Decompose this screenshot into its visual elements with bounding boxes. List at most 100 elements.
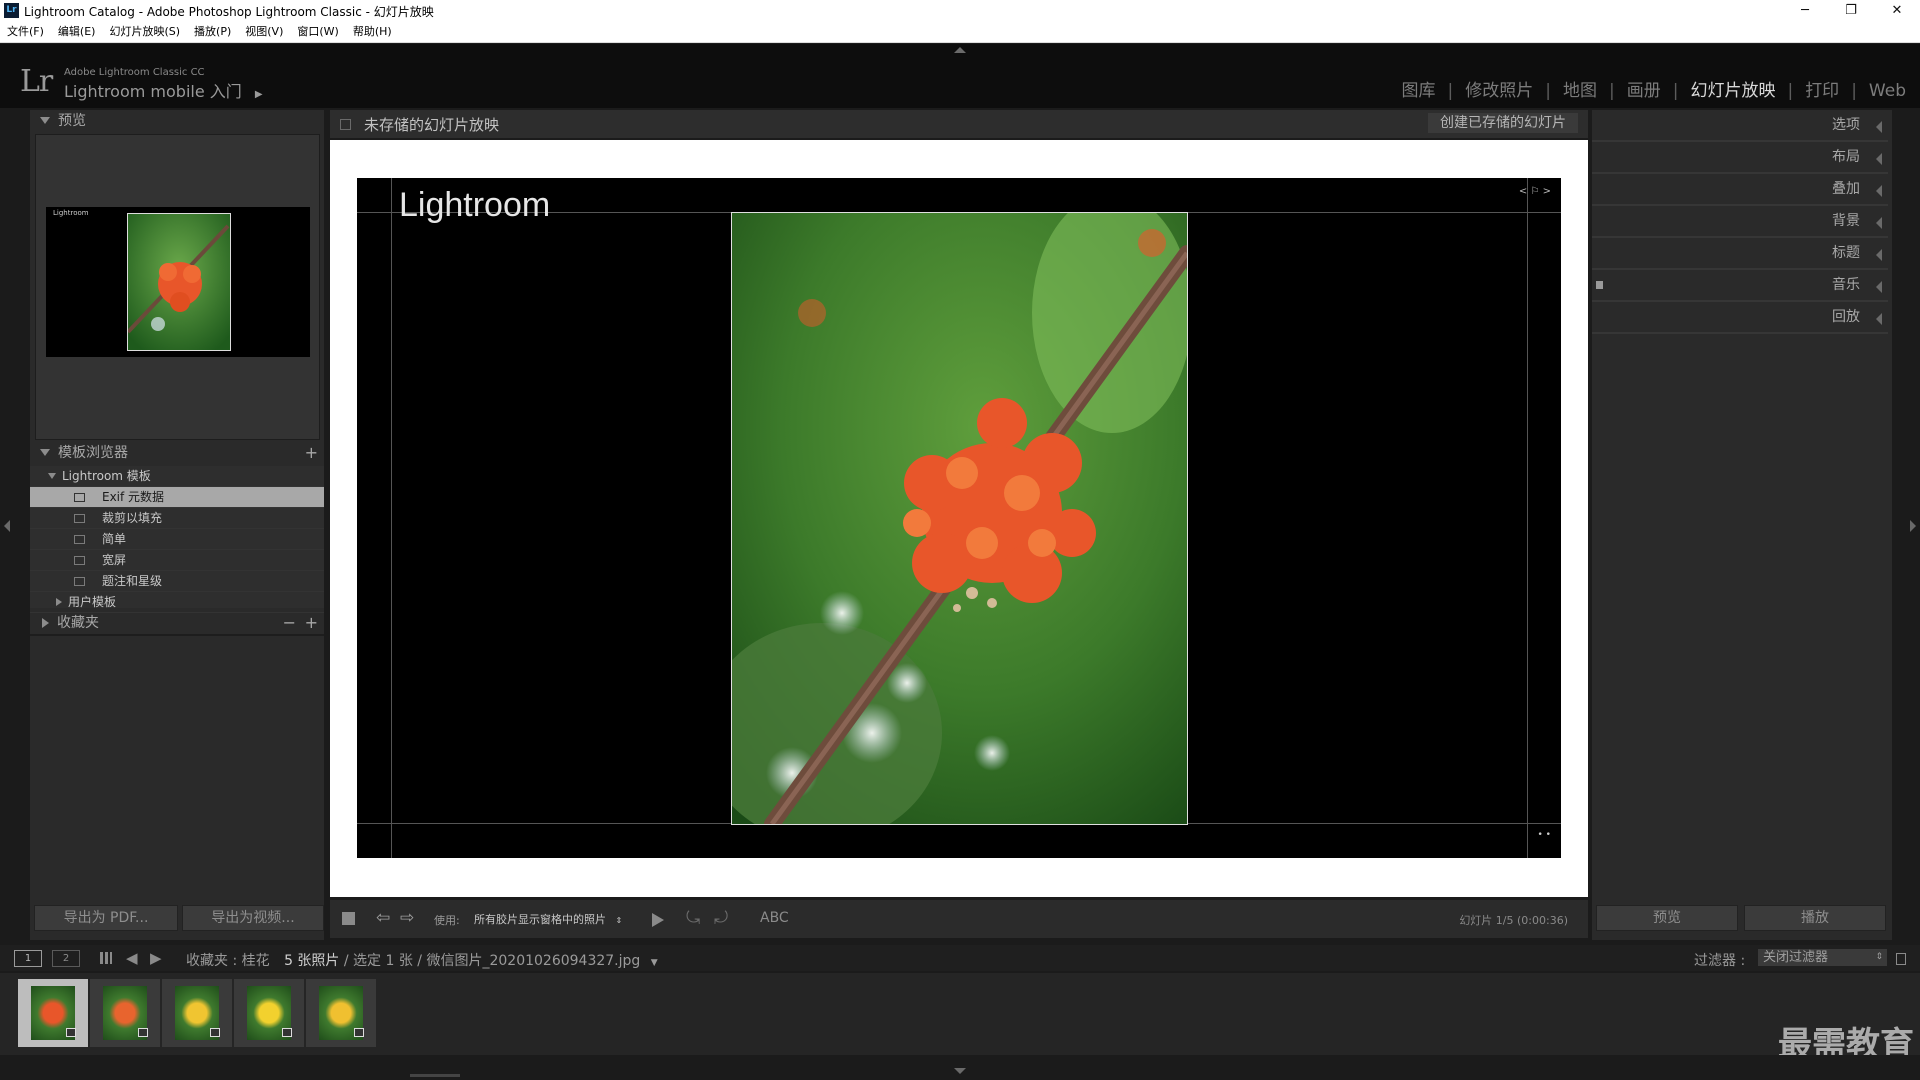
template-label: 题注和星级: [102, 574, 163, 588]
folder-open-icon: [48, 473, 56, 479]
menu-help[interactable]: 帮助(H): [346, 22, 399, 42]
template-browser-header[interactable]: 模板浏览器 +: [30, 442, 324, 464]
lightroom-mobile-link[interactable]: Lightroom mobile 入门 ▶: [64, 78, 263, 102]
add-template-icon[interactable]: +: [305, 442, 318, 464]
backdrop-panel-header[interactable]: 背景: [1592, 206, 1888, 238]
module-book[interactable]: 画册: [1627, 81, 1661, 101]
create-saved-slideshow-button[interactable]: 创建已存储的幻灯片: [1428, 113, 1578, 133]
forward-arrow-icon[interactable]: ▶: [150, 949, 162, 967]
filmstrip-scrollbar[interactable]: [410, 1074, 460, 1077]
filmstrip-thumbnail[interactable]: [234, 979, 304, 1047]
filter-lock-icon[interactable]: [1896, 953, 1906, 965]
module-library[interactable]: 图库: [1402, 81, 1436, 101]
back-arrow-icon[interactable]: ◀: [126, 949, 138, 967]
filmstrip-navigation-bar: 1 2 ◀ ▶ 收藏夹 : 桂花 5 张照片 / 选定 1 张 / 微信图片_2…: [0, 945, 1920, 971]
options-panel-header[interactable]: 选项: [1592, 110, 1888, 142]
dropdown-arrow-icon: ⇕: [1875, 952, 1883, 962]
next-slide-icon[interactable]: ⇨: [400, 908, 414, 928]
rotate-left-icon[interactable]: ⤿: [686, 908, 700, 928]
titles-panel-header[interactable]: 标题: [1592, 238, 1888, 270]
template-item[interactable]: 简单: [30, 529, 324, 550]
export-pdf-button[interactable]: 导出为 PDF...: [34, 905, 178, 931]
add-collection-icon[interactable]: +: [305, 612, 318, 634]
window-title: Lightroom Catalog - Adobe Photoshop Ligh…: [24, 5, 434, 19]
slide-count-info: 幻灯片 1/5 (0:00:36): [1459, 914, 1568, 927]
template-browser-title: 模板浏览器: [58, 445, 128, 461]
export-video-button[interactable]: 导出为视频...: [182, 905, 324, 931]
module-divider: |: [1608, 81, 1615, 101]
use-source-dropdown[interactable]: 所有胶片显示窗格中的照片 ⇕: [474, 911, 622, 927]
used-in-slideshow-icon: [210, 1028, 220, 1037]
music-panel-header[interactable]: 音乐: [1592, 270, 1888, 302]
selection-info: / 选定 1 张 / 微信图片_20201026094327.jpg: [339, 953, 641, 969]
preview-panel-title: 预览: [58, 113, 86, 129]
source-prefix: 收藏夹 :: [186, 953, 242, 969]
dropdown-arrow-icon: ⇕: [615, 916, 623, 925]
collapsed-panel-icon: [1876, 121, 1882, 133]
filmstrip-thumbnail[interactable]: [162, 979, 232, 1047]
template-folder-lightroom[interactable]: Lightroom 模板: [30, 466, 324, 487]
filmstrip-thumbnail[interactable]: [90, 979, 160, 1047]
template-folder-label: Lightroom 模板: [62, 469, 151, 483]
preview-button[interactable]: 预览: [1596, 905, 1738, 931]
template-item[interactable]: 裁剪以填充: [30, 508, 324, 529]
collapse-filmstrip-icon[interactable]: [954, 1068, 966, 1074]
previous-slide-icon[interactable]: ⇦: [376, 908, 390, 928]
collapse-left-panel-icon[interactable]: [4, 520, 10, 532]
template-item[interactable]: 题注和星级: [30, 571, 324, 592]
menu-file[interactable]: 文件(F): [0, 22, 51, 42]
collapse-right-panel-icon[interactable]: [1910, 520, 1916, 532]
play-button[interactable]: 播放: [1744, 905, 1886, 931]
maximize-button[interactable]: ❐: [1828, 0, 1874, 22]
slide-identity-plate[interactable]: Lightroom: [399, 186, 550, 225]
menu-view[interactable]: 视图(V): [238, 22, 290, 42]
grid-view-icon[interactable]: [100, 952, 112, 964]
slide-nav-control[interactable]: < ⚐ >: [1519, 186, 1551, 197]
panel-title: 标题: [1832, 245, 1860, 261]
menu-play[interactable]: 播放(P): [187, 22, 238, 42]
filmstrip-source-breadcrumb[interactable]: 收藏夹 : 桂花 5 张照片 / 选定 1 张 / 微信图片_202010260…: [186, 950, 658, 970]
stop-icon[interactable]: [342, 912, 355, 925]
menu-slideshow[interactable]: 幻灯片放映(S): [102, 22, 187, 42]
filter-value: 关闭过滤器: [1763, 950, 1829, 965]
filmstrip-thumbnail[interactable]: [18, 979, 88, 1047]
template-icon: [74, 556, 85, 565]
collapsed-panel-icon: [1876, 313, 1882, 325]
module-map[interactable]: 地图: [1563, 81, 1597, 101]
module-print[interactable]: 打印: [1805, 81, 1839, 101]
filmstrip-thumbnail[interactable]: [306, 979, 376, 1047]
preview-panel-header[interactable]: 预览: [30, 110, 324, 132]
use-label: 使用:: [434, 914, 460, 927]
template-label: 简单: [102, 532, 127, 546]
primary-window-button[interactable]: 1: [14, 950, 42, 967]
menu-window[interactable]: 窗口(W): [290, 22, 345, 42]
module-develop[interactable]: 修改照片: [1465, 81, 1533, 101]
collapse-top-panel-icon[interactable]: [954, 47, 966, 53]
collapsed-panel-icon: [1876, 249, 1882, 261]
module-web[interactable]: Web: [1869, 81, 1906, 101]
module-slideshow[interactable]: 幻灯片放映: [1690, 81, 1775, 101]
playback-panel-header[interactable]: 回放: [1592, 302, 1888, 334]
add-text-button[interactable]: ABC: [760, 910, 789, 926]
layout-guide: [1527, 178, 1528, 858]
right-panel: 选项 布局 叠加 背景 标题 音乐 回放: [1592, 110, 1892, 940]
minimize-button[interactable]: ─: [1782, 0, 1828, 22]
rotate-right-icon[interactable]: ⤾: [714, 908, 728, 928]
layout-panel-header[interactable]: 布局: [1592, 142, 1888, 174]
slide-photo[interactable]: [731, 212, 1188, 825]
slideshow-title-bar: 未存储的幻灯片放映 创建已存储的幻灯片: [330, 110, 1588, 138]
preview-play-icon[interactable]: [652, 913, 664, 927]
secondary-window-button[interactable]: 2: [52, 950, 80, 967]
collections-header[interactable]: 收藏夹 − +: [30, 612, 324, 636]
template-folder-user[interactable]: 用户模板: [30, 592, 324, 613]
filter-dropdown[interactable]: 关闭过滤器 ⇕: [1758, 949, 1887, 966]
remove-collection-icon[interactable]: −: [283, 612, 296, 634]
play-arrow-icon: ▶: [254, 89, 263, 100]
template-item[interactable]: Exif 元数据: [30, 487, 324, 508]
music-toggle-checkbox[interactable]: [1596, 281, 1603, 289]
close-button[interactable]: ✕: [1874, 0, 1920, 22]
template-item[interactable]: 宽屏: [30, 550, 324, 571]
menu-edit[interactable]: 编辑(E): [51, 22, 103, 42]
collapsed-icon: [42, 617, 49, 628]
overlays-panel-header[interactable]: 叠加: [1592, 174, 1888, 206]
